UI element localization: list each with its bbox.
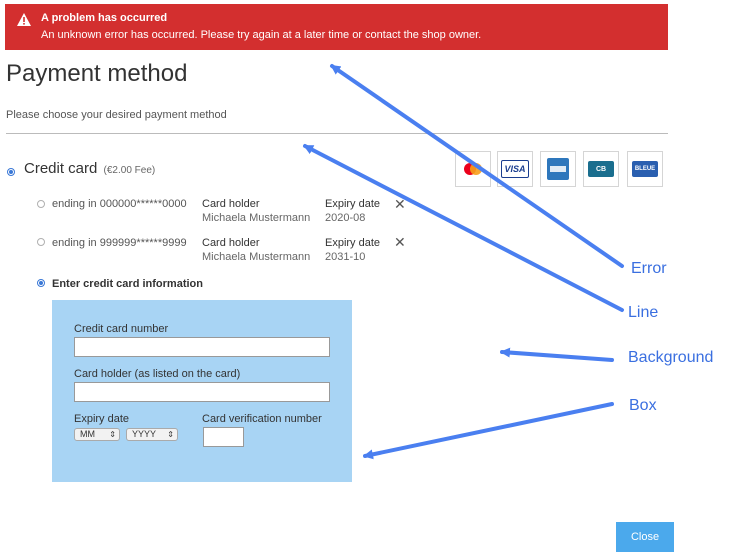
error-title: A problem has occurred xyxy=(41,12,168,24)
annotation-error: Error xyxy=(631,260,667,277)
warning-icon xyxy=(17,13,31,26)
select-arrows-icon: ⇕ xyxy=(167,430,174,439)
saved-card-2-holder: Michaela Mustermann xyxy=(202,251,311,263)
close-button[interactable]: Close xyxy=(616,522,674,552)
new-card-label: Enter credit card information xyxy=(52,278,203,290)
carte-bleue-icon: BLEUE xyxy=(632,161,658,177)
cb-logo: CB xyxy=(583,151,619,187)
card-holder-label: Card holder (as listed on the card) xyxy=(74,368,241,380)
saved-card-2-expiry: 2031-10 xyxy=(325,251,366,263)
card-number-input[interactable] xyxy=(74,337,330,357)
background-arrow xyxy=(500,347,614,362)
error-message: An unknown error has occurred. Please tr… xyxy=(41,29,482,41)
annotation-background: Background xyxy=(628,349,714,366)
saved-card-1-expiry-label: Expiry date xyxy=(325,198,381,210)
select-arrows-icon: ⇕ xyxy=(109,430,116,439)
credit-card-form-box: Credit card number Card holder (as liste… xyxy=(52,300,352,482)
expiry-year-select[interactable]: YYYY ⇕ xyxy=(126,428,178,441)
credit-card-label: Credit card xyxy=(24,160,98,177)
remove-card-1-close-icon[interactable]: ✕ xyxy=(394,197,406,211)
expiry-month-value: MM xyxy=(80,429,95,439)
card-number-label: Credit card number xyxy=(74,323,169,335)
expiry-year-value: YYYY xyxy=(132,429,157,439)
expiry-date-label: Expiry date xyxy=(74,413,130,425)
visa-icon: VISA xyxy=(501,160,529,178)
amex-icon xyxy=(547,158,569,180)
saved-card-2-ending: ending in 999999******9999 xyxy=(52,237,187,249)
error-banner: A problem has occurred An unknown error … xyxy=(5,4,668,50)
cb-icon: CB xyxy=(588,161,614,177)
credit-card-radio[interactable] xyxy=(7,168,15,176)
saved-card-1-ending: ending in 000000******0000 xyxy=(52,198,187,210)
cvv-input[interactable] xyxy=(203,427,244,447)
mastercard-logo xyxy=(455,151,491,187)
annotation-box: Box xyxy=(629,397,657,414)
credit-card-option[interactable]: Credit card (€2.00 Fee) xyxy=(24,160,155,177)
annotation-line: Line xyxy=(628,304,659,321)
credit-card-fee: (€2.00 Fee) xyxy=(103,165,156,176)
mastercard-icon xyxy=(464,163,482,175)
saved-card-2-expiry-label: Expiry date xyxy=(325,237,381,249)
carte-bleue-logo: BLEUE xyxy=(627,151,663,187)
saved-card-1-expiry: 2020-08 xyxy=(325,212,366,224)
box-arrow xyxy=(363,402,614,460)
cvv-label: Card verification number xyxy=(202,413,322,425)
page-title: Payment method xyxy=(6,60,188,87)
expiry-month-select[interactable]: MM ⇕ xyxy=(74,428,120,441)
amex-logo xyxy=(540,151,576,187)
saved-card-1-radio[interactable] xyxy=(37,200,45,208)
saved-card-2-radio[interactable] xyxy=(37,238,45,246)
saved-card-2-holder-label: Card holder xyxy=(202,237,260,249)
card-holder-input[interactable] xyxy=(74,382,330,402)
visa-logo: VISA xyxy=(497,151,533,187)
remove-card-2-close-icon[interactable]: ✕ xyxy=(394,235,406,249)
page-subtitle: Please choose your desired payment metho… xyxy=(6,109,227,121)
divider-line xyxy=(6,133,668,134)
new-card-radio[interactable] xyxy=(37,279,45,287)
saved-card-1-holder-label: Card holder xyxy=(202,198,260,210)
saved-card-1-holder: Michaela Mustermann xyxy=(202,212,311,224)
